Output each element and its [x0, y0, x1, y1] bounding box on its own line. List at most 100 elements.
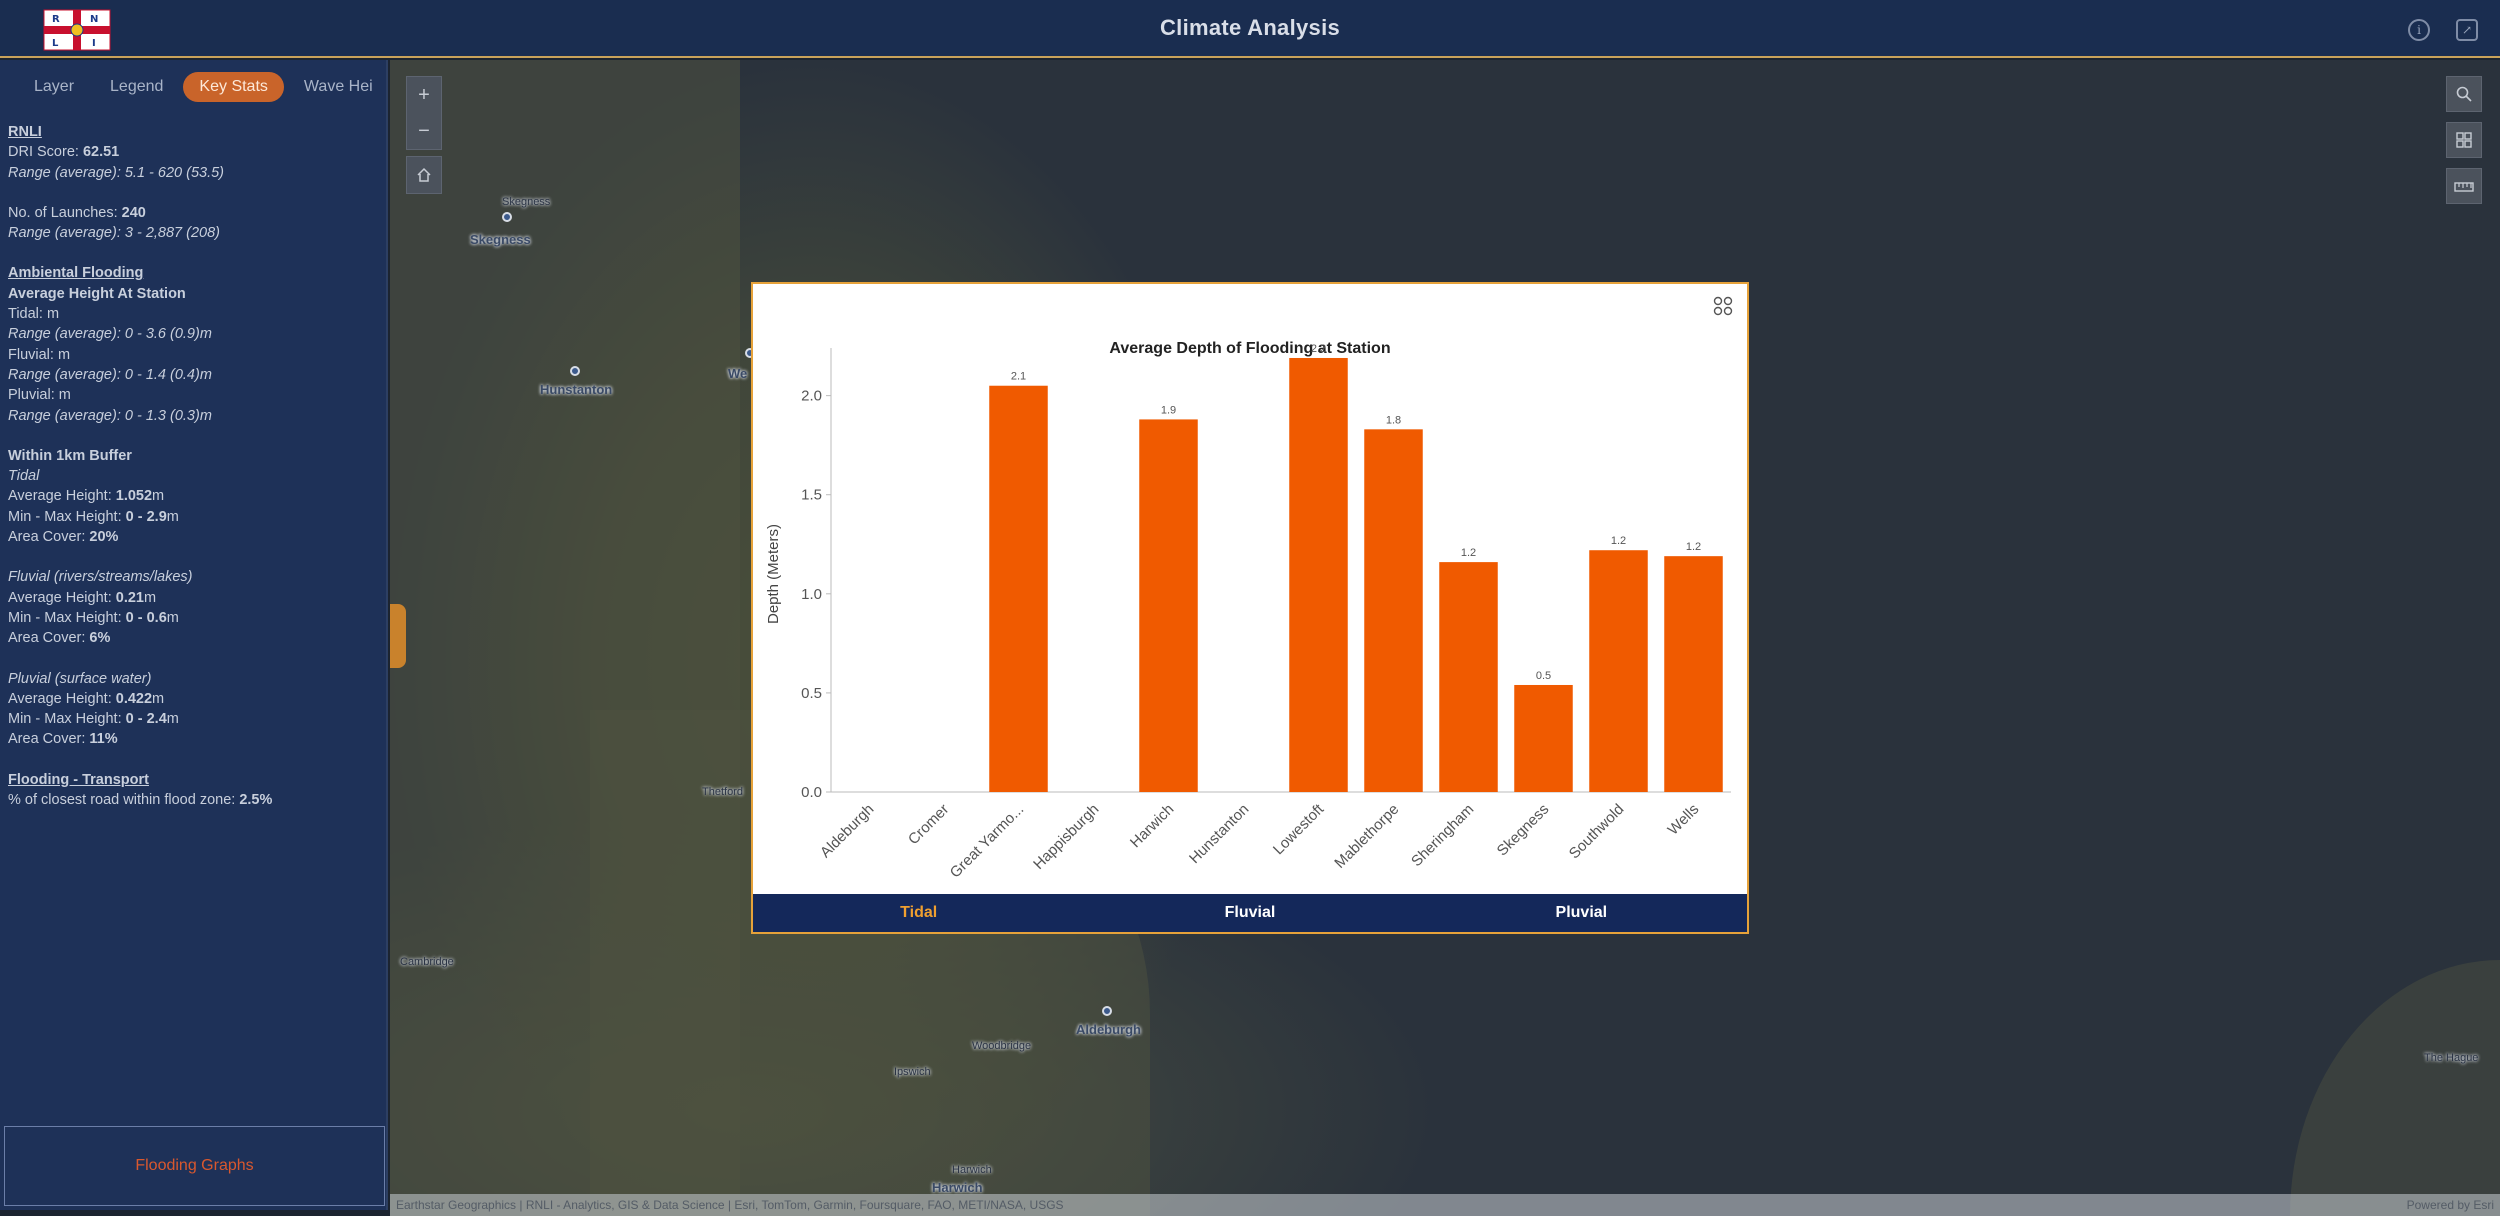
buffer-fluvial-title: Fluvial (rivers/streams/lakes) [8, 569, 193, 586]
ambiental-subheading: Average Height At Station [8, 285, 186, 302]
buffer-tidal-minmax: Min - Max Height: 0 - 2.9m [8, 508, 179, 525]
home-icon [417, 167, 431, 182]
tidal-height: Tidal: m [8, 306, 60, 323]
bar [1589, 550, 1648, 792]
app-window: R N L I Climate Analysis i ↗ Layer Legen… [0, 0, 2500, 1216]
buffer-pluvial-avg: Average Height: 0.422m [8, 690, 165, 707]
map-station-marker[interactable] [502, 212, 512, 222]
buffer-tidal-title: Tidal [8, 468, 40, 485]
map-label-wells-cut: We [728, 366, 748, 381]
pluvial-height: Pluvial: m [8, 387, 71, 404]
bar-data-label: 2.1 [1011, 371, 1026, 383]
rnli-heading: RNLI [8, 124, 42, 140]
chart-tab-tidal[interactable]: Tidal [753, 894, 1084, 932]
info-icon[interactable]: i [2408, 19, 2430, 41]
bar-data-label: 1.2 [1611, 535, 1626, 547]
map-label-skegness: Skegness [470, 232, 531, 247]
rnli-flag-logo-icon: R N L I [43, 9, 111, 51]
y-tick-label: 0.5 [801, 685, 822, 702]
map-label-skegness-small: Skegness [502, 196, 551, 208]
y-axis-label: Depth (Meters) [765, 524, 782, 624]
map-label-harwich: Harwich [932, 1180, 983, 1195]
flooding-graphs-button[interactable]: Flooding Graphs [4, 1126, 385, 1206]
x-tick-label: Aldeburgh [817, 801, 877, 861]
panel-collapse-handle[interactable] [390, 604, 406, 668]
map-station-marker[interactable] [570, 366, 580, 376]
svg-text:L: L [52, 38, 59, 49]
app-title: Climate Analysis [1159, 15, 1341, 40]
powered-by-esri[interactable]: Powered by Esri [2407, 1198, 2494, 1212]
buffer-pluvial-cover: Area Cover: 11% [8, 731, 118, 748]
x-tick-label: Southwold [1566, 801, 1628, 863]
x-tick-label: Sheringham [1408, 801, 1477, 870]
ruler-icon [2454, 182, 2474, 192]
map-station-marker[interactable] [1102, 1006, 1112, 1016]
zoom-out-button[interactable]: − [406, 113, 442, 149]
basemap-gallery-button[interactable] [2446, 122, 2482, 158]
buffer-pluvial-minmax: Min - Max Height: 0 - 2.4m [8, 711, 179, 728]
panel-tabs: Layer Legend Key Stats Wave Hei [0, 70, 388, 104]
dri-range: Range (average): 5.1 - 620 (53.5) [8, 164, 225, 181]
buffer-heading: Within 1km Buffer [8, 447, 132, 464]
measure-button[interactable] [2446, 168, 2482, 204]
ambiental-heading: Ambiental Flooding [8, 265, 144, 282]
map-label-thetford: Thetford [702, 786, 743, 798]
dri-score: DRI Score: 62.51 [8, 142, 380, 162]
transport-road: % of closest road within flood zone: 2.5… [8, 792, 273, 809]
bar [1289, 357, 1348, 792]
svg-text:R: R [52, 14, 60, 25]
x-tick-label: Harwich [1127, 801, 1177, 851]
tab-layer[interactable]: Layer [18, 72, 90, 102]
x-tick-label: Cromer [905, 801, 952, 848]
bar-data-label: 1.9 [1161, 404, 1176, 416]
x-tick-label: Mablethorpe [1331, 801, 1402, 872]
search-button[interactable] [2446, 76, 2482, 112]
map-label-ipswich: Ipswich [894, 1066, 931, 1078]
x-tick-label: Lowestoft [1270, 800, 1328, 858]
dri-score-value: 62.51 [82, 144, 120, 161]
bar [1364, 429, 1423, 792]
buffer-fluvial-avg: Average Height: 0.21m [8, 589, 157, 606]
basemap-gallery-icon [2456, 132, 2472, 148]
launches-label: No. of Launches: [8, 204, 122, 221]
y-tick-label: 0.0 [801, 784, 822, 801]
dri-score-label: DRI Score: [8, 144, 83, 161]
map-label-the-hague: The Hague [2424, 1052, 2479, 1064]
y-tick-label: 2.0 [801, 388, 822, 405]
bar [1139, 419, 1198, 792]
attribution-text: Earthstar Geographics | RNLI - Analytics… [396, 1198, 1064, 1212]
share-icon[interactable]: ↗ [2456, 19, 2478, 41]
svg-text:N: N [90, 14, 98, 25]
key-stats-content: RNLI DRI Score: 62.51 Range (average): 5… [8, 122, 380, 810]
chart-tab-fluvial[interactable]: Fluvial [1084, 894, 1415, 932]
tidal-range: Range (average): 0 - 3.6 (0.9)m [8, 326, 212, 343]
home-button[interactable] [406, 157, 442, 193]
bar-chart: 0.0 0.5 1.0 1.5 2.0 Depth (Meters) Aldeburgh Cr… [765, 343, 1731, 882]
map-label-cambridge: Cambridge [400, 956, 454, 968]
zoom-in-button[interactable]: + [406, 77, 442, 113]
x-tick-label: Skegness [1494, 801, 1553, 860]
launches: No. of Launches: 240 [8, 203, 380, 223]
tab-key-stats[interactable]: Key Stats [183, 72, 284, 102]
x-tick-label: Hunstanton [1186, 801, 1252, 867]
buffer-pluvial-title: Pluvial (surface water) [8, 670, 152, 687]
app-header: R N L I Climate Analysis i ↗ [0, 0, 2500, 58]
bar-data-label: 1.8 [1386, 414, 1401, 426]
bar-data-label: 1.2 [1686, 541, 1701, 553]
tab-wave-height[interactable]: Wave Hei [288, 72, 388, 102]
fluvial-range: Range (average): 0 - 1.4 (0.4)m [8, 366, 212, 383]
chart-tab-pluvial[interactable]: Pluvial [1416, 894, 1747, 932]
chart-tabs: Tidal Fluvial Pluvial [753, 894, 1747, 932]
map-attribution: Earthstar Geographics | RNLI - Analytics… [390, 1194, 2500, 1216]
map-land-netherlands [2290, 960, 2500, 1216]
x-tick-label: Great Yarmo... [947, 801, 1028, 882]
x-tick-label: Happisburgh [1030, 801, 1102, 873]
bar [989, 385, 1048, 792]
map-label-harwich-small: Harwich [952, 1164, 992, 1176]
y-tick-label: 1.0 [801, 586, 822, 603]
bar-data-label: 2.2 [1311, 343, 1326, 355]
launches-range: Range (average): 3 - 2,887 (208) [8, 225, 220, 242]
map-label-woodbridge: Woodbridge [972, 1040, 1032, 1052]
bar [1514, 684, 1573, 792]
tab-legend[interactable]: Legend [94, 72, 179, 102]
